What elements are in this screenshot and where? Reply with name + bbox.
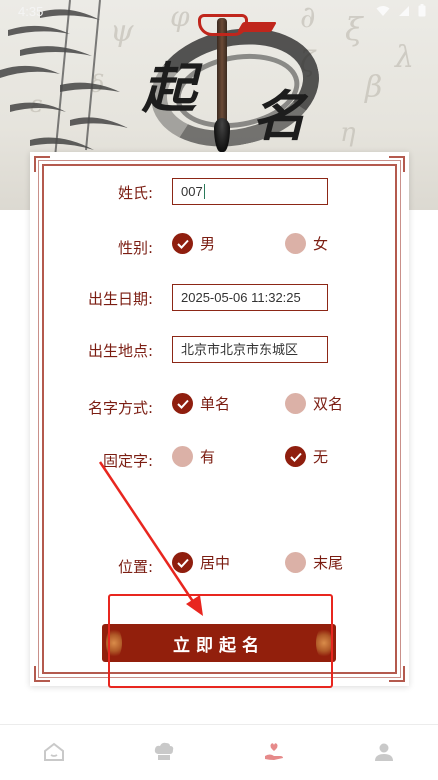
user-icon bbox=[375, 743, 393, 761]
bottom-navigation bbox=[0, 724, 438, 780]
annotation-highlight-box bbox=[108, 594, 333, 688]
nav-profile[interactable] bbox=[373, 741, 395, 763]
chef-hat-icon bbox=[154, 742, 174, 760]
nav-recipes[interactable] bbox=[153, 741, 175, 763]
heart-hand-icon bbox=[265, 743, 283, 760]
nav-naming[interactable] bbox=[263, 741, 285, 763]
nav-home[interactable] bbox=[43, 741, 65, 763]
home-icon bbox=[44, 742, 64, 761]
